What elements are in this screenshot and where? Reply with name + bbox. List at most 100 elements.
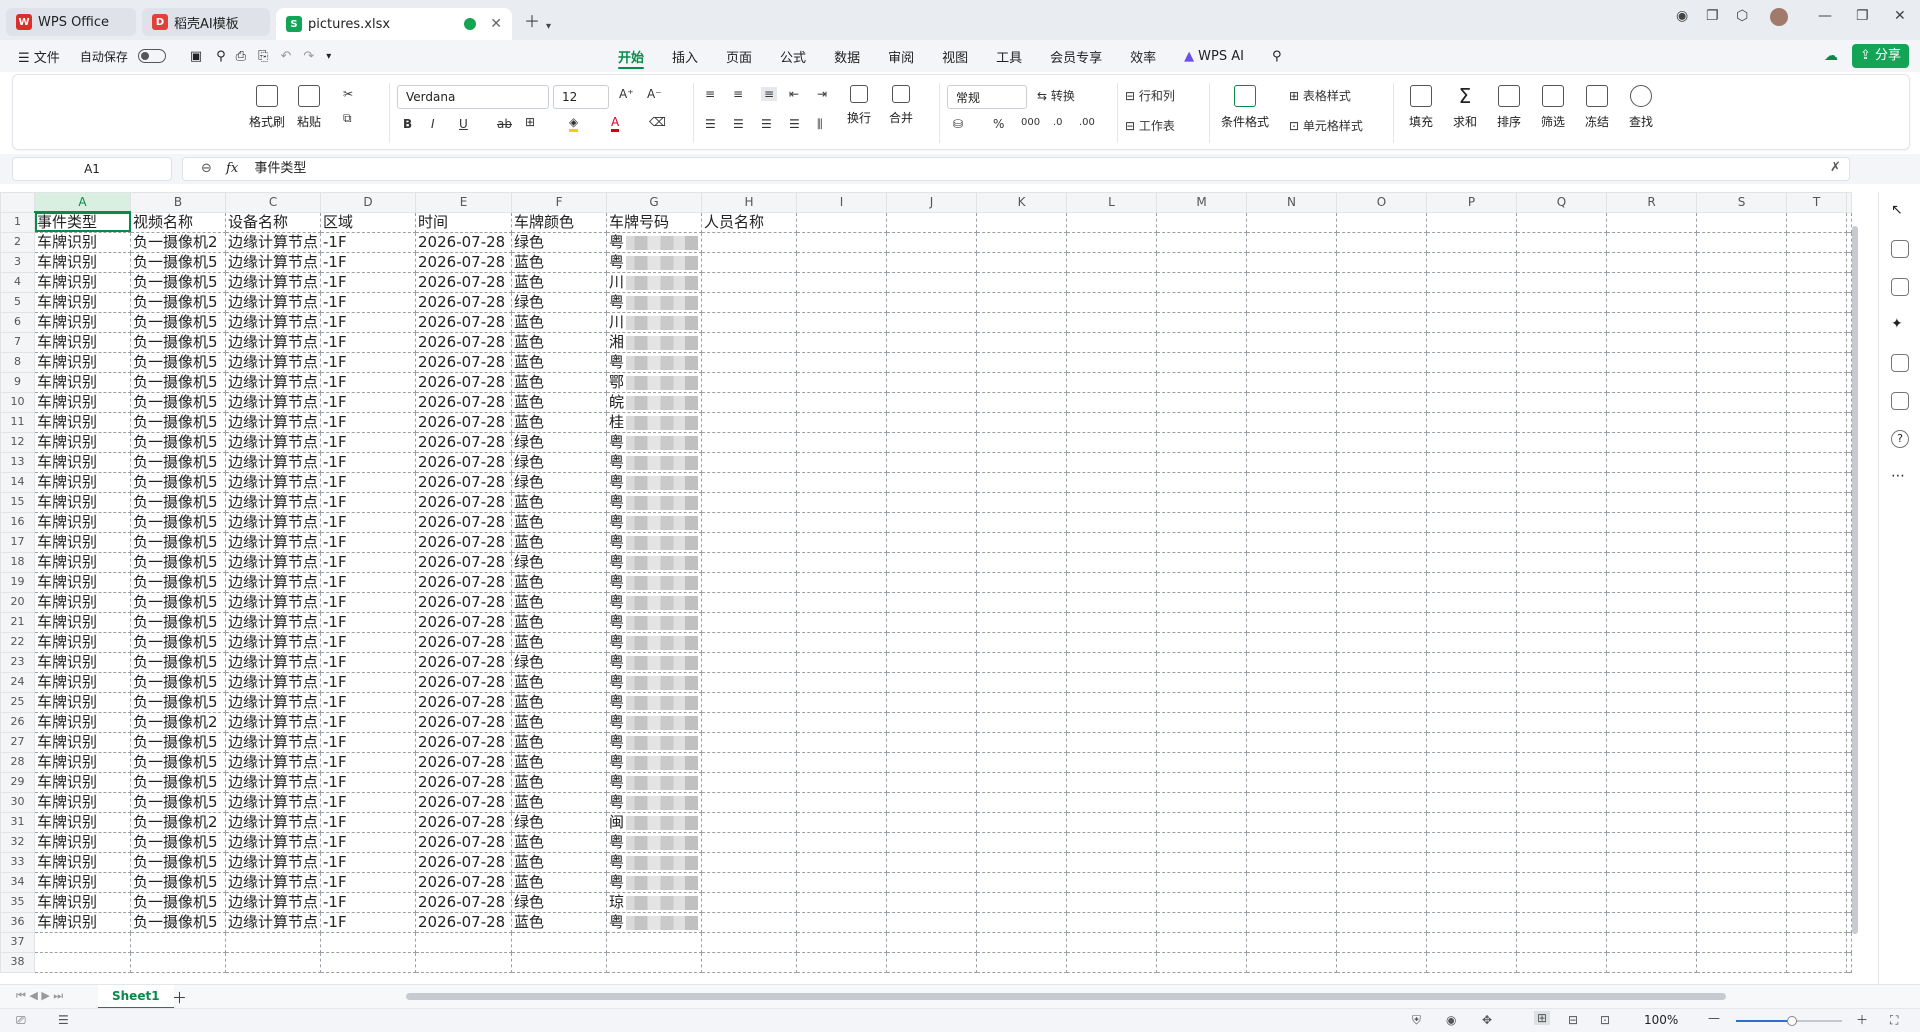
cell[interactable] (1846, 951, 1853, 973)
tab-insert[interactable]: 插入 (658, 40, 712, 72)
cell[interactable] (1696, 331, 1788, 353)
cell[interactable]: 蓝色 (511, 571, 608, 593)
macro-icon[interactable]: ⎚ (16, 1013, 26, 1028)
decrease-font-icon[interactable]: A⁻ (647, 87, 662, 101)
cell[interactable] (1846, 251, 1853, 273)
cell[interactable] (1066, 911, 1158, 933)
cell[interactable] (1066, 451, 1158, 473)
cell[interactable]: 车牌识别 (34, 311, 131, 333)
cell[interactable]: 绿色 (511, 811, 608, 833)
cell[interactable]: 边缘计算节点 (224, 771, 322, 793)
cell[interactable] (796, 891, 888, 913)
cell[interactable]: 2026-07-28 (415, 391, 513, 413)
zoom-formula-icon[interactable]: ⊖ (201, 161, 212, 176)
cell[interactable] (1516, 631, 1608, 653)
cell[interactable]: 粤 (606, 291, 703, 313)
cell[interactable] (1516, 611, 1608, 633)
cell[interactable] (130, 951, 226, 973)
cell[interactable]: 蓝色 (511, 251, 608, 273)
cell[interactable] (1066, 511, 1158, 533)
cell[interactable]: -1F (320, 411, 417, 433)
indent-icon[interactable]: ⇤ (789, 87, 799, 101)
underline-button[interactable]: U (459, 117, 468, 131)
tab-start[interactable]: 开始 (604, 40, 658, 72)
cell[interactable] (1246, 611, 1338, 633)
cell[interactable] (1246, 211, 1338, 233)
row-header[interactable]: 24 (0, 671, 35, 693)
cell[interactable]: 桂 (606, 411, 703, 433)
cell[interactable]: 蓝色 (511, 331, 608, 353)
cell[interactable] (1426, 211, 1518, 233)
cell[interactable] (1426, 231, 1518, 253)
cell[interactable] (796, 871, 888, 893)
paste-button[interactable]: 粘贴 (297, 85, 321, 130)
cell[interactable] (320, 931, 417, 953)
cell[interactable] (1846, 531, 1853, 553)
column-header-e[interactable]: E (415, 192, 513, 213)
cell[interactable] (796, 851, 888, 873)
cell[interactable] (1066, 831, 1158, 853)
cell[interactable] (886, 711, 978, 733)
cell[interactable]: 人员名称 (701, 211, 798, 233)
cell[interactable] (1426, 471, 1518, 493)
cell[interactable]: 蓝色 (511, 311, 608, 333)
cell[interactable] (1426, 951, 1518, 973)
column-header-g[interactable]: G (606, 192, 703, 213)
cell[interactable] (1606, 391, 1698, 413)
cell[interactable] (1156, 211, 1248, 233)
cell[interactable] (886, 531, 978, 553)
cell[interactable] (1846, 931, 1853, 953)
merge-button[interactable]: 合并 (889, 85, 913, 126)
cell[interactable] (886, 591, 978, 613)
cell[interactable] (886, 931, 978, 953)
cell[interactable] (1246, 731, 1338, 753)
column-header-l[interactable]: L (1066, 192, 1158, 213)
cell[interactable] (1246, 951, 1338, 973)
cell[interactable] (1066, 611, 1158, 633)
cell[interactable]: 粤 (606, 251, 703, 273)
cell[interactable] (1606, 671, 1698, 693)
cell[interactable] (976, 331, 1068, 353)
cell[interactable] (796, 691, 888, 713)
cell[interactable]: -1F (320, 651, 417, 673)
cell[interactable] (1336, 891, 1428, 913)
cell[interactable]: 边缘计算节点 (224, 591, 322, 613)
cell[interactable]: 负一摄像机5 (130, 751, 226, 773)
cell[interactable] (886, 431, 978, 453)
cell[interactable] (1336, 571, 1428, 593)
cell[interactable] (976, 751, 1068, 773)
cell[interactable] (1156, 871, 1248, 893)
bold-button[interactable]: B (403, 117, 412, 131)
clear-format-icon[interactable]: ⌫ (649, 115, 666, 129)
cell[interactable]: 车牌识别 (34, 331, 131, 353)
cell[interactable] (1066, 331, 1158, 353)
cell[interactable] (1786, 711, 1848, 733)
cell[interactable]: 边缘计算节点 (224, 271, 322, 293)
cell[interactable] (1336, 671, 1428, 693)
cell[interactable]: 2026-07-28 (415, 851, 513, 873)
cell[interactable] (701, 931, 798, 953)
row-header[interactable]: 1 (0, 211, 35, 233)
cell[interactable]: 2026-07-28 (415, 411, 513, 433)
cell[interactable] (1696, 651, 1788, 673)
cell[interactable] (701, 491, 798, 513)
cell[interactable] (1246, 251, 1338, 273)
cell[interactable]: -1F (320, 611, 417, 633)
cell[interactable] (606, 931, 703, 953)
cell[interactable]: 车牌识别 (34, 431, 131, 453)
cell[interactable]: 2026-07-28 (415, 231, 513, 253)
cell[interactable]: 蓝色 (511, 731, 608, 753)
cell[interactable] (1426, 351, 1518, 373)
cell[interactable] (796, 911, 888, 933)
cell[interactable] (1066, 871, 1158, 893)
cell[interactable] (701, 831, 798, 853)
cell[interactable]: 粤 (606, 691, 703, 713)
row-header[interactable]: 16 (0, 511, 35, 533)
cell[interactable] (1066, 711, 1158, 733)
cell[interactable] (1846, 491, 1853, 513)
italic-button[interactable]: I (431, 117, 435, 131)
file-menu[interactable]: ☰ 文件 (0, 47, 70, 66)
cell[interactable] (886, 551, 978, 573)
column-header-a[interactable]: A (34, 192, 131, 213)
cell[interactable]: 蓝色 (511, 351, 608, 373)
